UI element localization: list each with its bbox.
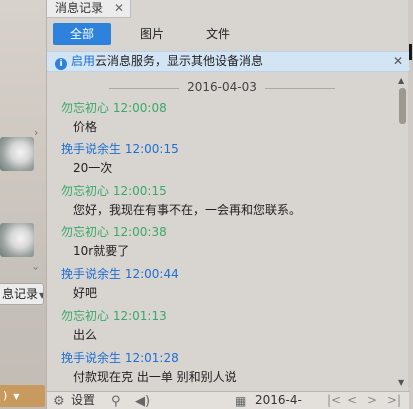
message-history-label: 息记录 [2, 287, 39, 301]
message-history-button[interactable]: 息记录▼ [0, 283, 44, 305]
sender-name[interactable]: 挽手说余生 [61, 142, 121, 156]
send-button[interactable]: ) ▼ [0, 385, 45, 407]
message-text: 20一次 [73, 161, 113, 175]
last-page-icon[interactable]: >| [387, 392, 401, 409]
message-text: 价格 [73, 120, 98, 134]
close-icon[interactable]: ✕ [393, 52, 403, 71]
gear-icon[interactable]: ⚙ [53, 393, 65, 409]
prev-page-icon[interactable]: < [347, 392, 357, 409]
tab-files[interactable]: 文件 [193, 23, 243, 45]
message-item: 勿忘初心 12:00:38 10r就要了 [61, 224, 391, 261]
message-text: 您好，我现在有事不在，一会再和您联系。 [73, 203, 302, 217]
caret-down-icon: ▼ [39, 291, 43, 300]
date-separator: 2016-04-03 [47, 80, 397, 96]
sender-name[interactable]: 挽手说余生 [61, 267, 121, 281]
message-scrollbar[interactable]: ▲ ▼ [398, 76, 406, 387]
next-page-icon[interactable]: > [367, 392, 377, 409]
message-history-panel: 消息记录 ✕ 全部 图片 文件 i 启用云消息服务，显示其他设备消息 ✕ 2016… [46, 0, 409, 409]
scroll-down-icon[interactable]: ▼ [398, 378, 404, 387]
message-text: 10r就要了 [73, 244, 130, 258]
calendar-icon[interactable]: ▦ [235, 393, 246, 409]
message-time: 12:00:15 [124, 142, 179, 156]
message-item: 挽手说余生 12:00:44 好吧 [61, 266, 391, 303]
history-title-tab[interactable]: 消息记录 ✕ [47, 0, 131, 18]
scroll-thumb[interactable] [399, 88, 406, 124]
message-header: 挽手说余生 12:00:15 [61, 141, 391, 158]
settings-label[interactable]: 设置 [71, 392, 95, 409]
message-header: 勿忘初心 12:00:15 [61, 183, 391, 200]
avatar [0, 223, 34, 257]
volume-icon[interactable]: ◀) [135, 393, 150, 409]
tab-all[interactable]: 全部 [53, 23, 111, 45]
sender-name[interactable]: 勿忘初心 [61, 184, 109, 198]
close-icon[interactable]: ✕ [114, 0, 124, 16]
search-icon[interactable]: ⚲ [111, 393, 121, 409]
sender-name[interactable]: 挽手说余生 [61, 351, 121, 365]
main-chat-window-background: › › 息记录▼ )▼ [0, 0, 46, 409]
message-time: 12:01:28 [124, 351, 179, 365]
message-time: 12:00:15 [112, 184, 167, 198]
info-icon: i [55, 58, 67, 70]
divider [265, 88, 335, 89]
message-time: 12:00:08 [112, 101, 167, 115]
message-header: 勿忘初心 12:01:13 [61, 308, 391, 325]
scroll-up-icon[interactable]: ▲ [398, 76, 404, 85]
date-field[interactable]: 2016-4-3 [255, 392, 305, 409]
edge-marker [409, 44, 412, 60]
history-toolbar: ⚙ 设置 ⚲ ◀) ▦ 2016-4-3 |< < > >| [47, 391, 409, 409]
message-header: 勿忘初心 12:00:38 [61, 224, 391, 241]
message-time: 12:00:44 [124, 267, 179, 281]
filter-tabs: 全部 图片 文件 [53, 23, 407, 45]
cloud-message-notice: i 启用云消息服务，显示其他设备消息 ✕ [47, 51, 409, 72]
divider [109, 88, 179, 89]
send-button-label: ) [3, 389, 8, 402]
sender-name[interactable]: 勿忘初心 [61, 225, 109, 239]
message-item: 挽手说余生 12:01:28 付款现在克 出一单 别和别人说 [61, 350, 391, 387]
message-item: 勿忘初心 12:01:13 出么 [61, 308, 391, 345]
message-text: 出么 [73, 328, 98, 342]
first-page-icon[interactable]: |< [327, 392, 341, 409]
sender-name[interactable]: 勿忘初心 [61, 309, 109, 323]
message-item: 挽手说余生 12:00:15 20一次 [61, 141, 391, 178]
chevron-right-icon[interactable]: › [34, 126, 38, 139]
message-item: 勿忘初心 12:00:15 您好，我现在有事不在，一会再和您联系。 [61, 183, 391, 220]
message-time: 12:00:38 [112, 225, 167, 239]
history-title: 消息记录 [55, 1, 104, 15]
sender-name[interactable]: 勿忘初心 [61, 101, 109, 115]
avatar [0, 137, 34, 171]
message-header: 勿忘初心 12:00:08 [61, 100, 391, 117]
enable-link[interactable]: 启用 [71, 54, 95, 68]
notice-text: 云消息服务，显示其他设备消息 [95, 54, 264, 68]
message-item: 勿忘初心 12:00:08 价格 [61, 100, 391, 137]
message-header: 挽手说余生 12:01:28 [61, 350, 391, 367]
date-separator-text: 2016-04-03 [187, 80, 257, 94]
chevron-down-icon[interactable]: › [30, 266, 43, 270]
message-time: 12:01:13 [112, 309, 167, 323]
caret-down-icon: ▼ [13, 392, 20, 401]
message-list: 2016-04-03 勿忘初心 12:00:08 价格 挽手说余生 12:00:… [47, 76, 397, 389]
tab-images[interactable]: 图片 [129, 23, 175, 45]
message-text: 付款现在克 出一单 别和别人说 [73, 370, 237, 384]
message-header: 挽手说余生 12:00:44 [61, 266, 391, 283]
message-text: 好吧 [73, 286, 98, 300]
